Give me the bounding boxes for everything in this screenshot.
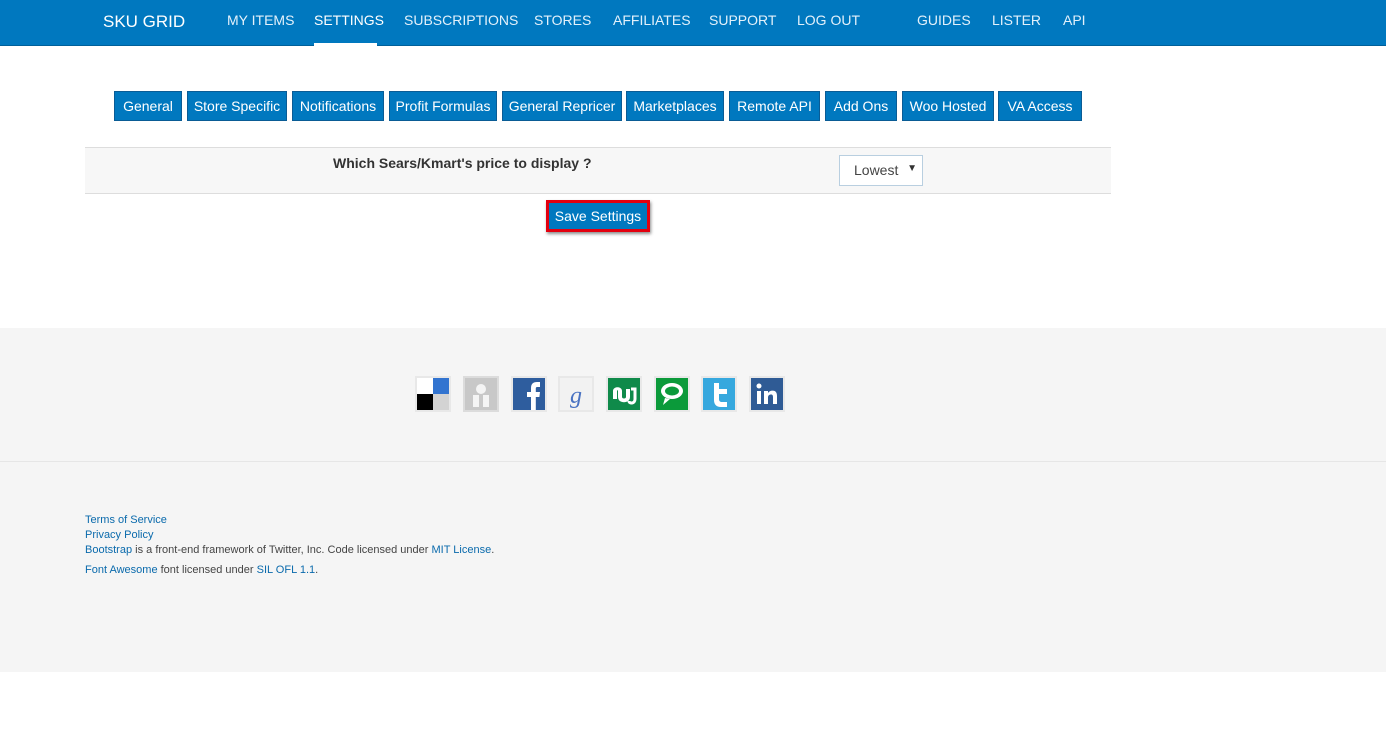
stumbleupon-icon[interactable] [605, 375, 643, 413]
sil-ofl-link[interactable]: SIL OFL 1.1 [257, 564, 316, 576]
nav-stores[interactable]: STORES [534, 12, 591, 28]
nav-support[interactable]: SUPPORT [709, 12, 776, 28]
digg-icon[interactable] [462, 375, 500, 413]
bootstrap-credit-text: is a front-end framework of Twitter, Inc… [132, 544, 432, 556]
footer: Terms of Service Privacy Policy Bootstra… [0, 462, 1386, 672]
terms-of-service-link[interactable]: Terms of Service [85, 514, 167, 526]
nav-log-out[interactable]: LOG OUT [797, 12, 860, 28]
bootstrap-credit-period: . [491, 544, 495, 556]
nav-my-items[interactable]: MY ITEMS [227, 12, 294, 28]
price-display-label: Which Sears/Kmart's price to display ? [333, 155, 592, 171]
twitter-icon[interactable] [700, 375, 738, 413]
save-settings-button[interactable]: Save Settings [546, 200, 650, 232]
technorati-icon[interactable] [653, 375, 691, 413]
chevron-down-icon: ▼ [907, 163, 917, 174]
font-awesome-credit-text: font licensed under [157, 564, 257, 576]
nav-subscriptions[interactable]: SUBSCRIPTIONS [404, 12, 518, 28]
tab-add-ons[interactable]: Add Ons [825, 91, 897, 121]
tab-remote-api[interactable]: Remote API [729, 91, 820, 121]
nav-guides[interactable]: GUIDES [917, 12, 971, 28]
setting-row: Which Sears/Kmart's price to display ? L… [85, 147, 1111, 194]
tab-notifications[interactable]: Notifications [292, 91, 384, 121]
brand-logo[interactable]: SKU GRID [103, 12, 185, 32]
nav-settings[interactable]: SETTINGS [314, 12, 384, 28]
nav-lister[interactable]: LISTER [992, 12, 1041, 28]
mit-license-link[interactable]: MIT License [431, 544, 491, 556]
price-display-select[interactable]: Lowest ▼ [839, 155, 923, 186]
tab-profit-formulas[interactable]: Profit Formulas [389, 91, 497, 121]
bootstrap-link[interactable]: Bootstrap [85, 544, 132, 556]
facebook-icon[interactable] [510, 375, 548, 413]
font-awesome-credit-period: . [315, 564, 319, 576]
tab-woo-hosted[interactable]: Woo Hosted [902, 91, 994, 121]
nav-api[interactable]: API [1063, 12, 1086, 28]
delicious-icon[interactable] [414, 375, 452, 413]
font-awesome-link[interactable]: Font Awesome [85, 564, 158, 576]
tab-general[interactable]: General [114, 91, 182, 121]
svg-text:g: g [570, 383, 582, 409]
nav-affiliates[interactable]: AFFILIATES [613, 12, 691, 28]
linkedin-icon[interactable] [748, 375, 786, 413]
select-value: Lowest [854, 162, 899, 178]
top-navbar: SKU GRID MY ITEMS SETTINGS SUBSCRIPTIONS… [0, 0, 1386, 46]
font-awesome-credit: Font Awesome font licensed under SIL OFL… [85, 564, 318, 576]
tab-marketplaces[interactable]: Marketplaces [626, 91, 724, 121]
tab-general-repricer[interactable]: General Repricer [502, 91, 622, 121]
active-nav-indicator [314, 43, 377, 46]
privacy-policy-link[interactable]: Privacy Policy [85, 529, 153, 541]
tab-va-access[interactable]: VA Access [998, 91, 1082, 121]
social-share-bar: g [0, 328, 1386, 462]
bootstrap-credit: Bootstrap is a front-end framework of Tw… [85, 544, 494, 556]
google-icon[interactable]: g [557, 375, 595, 413]
tab-store-specific[interactable]: Store Specific [187, 91, 287, 121]
